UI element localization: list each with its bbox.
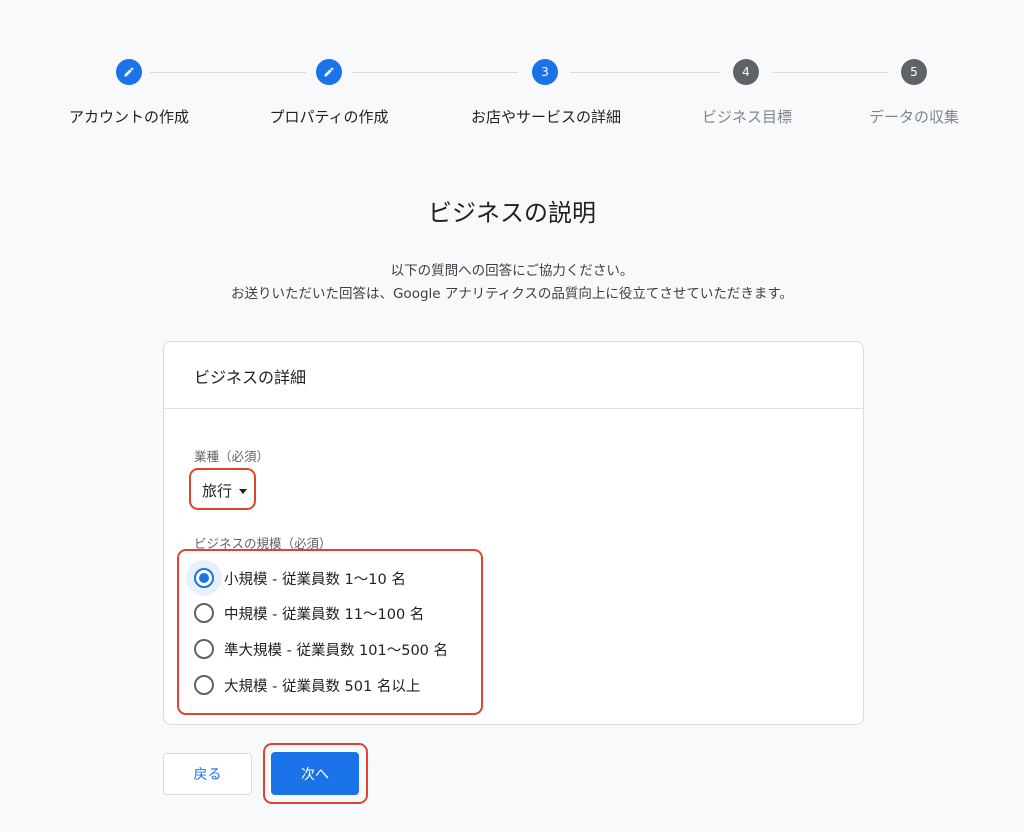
step-4-number: 4 [733,59,759,85]
size-option-large[interactable]: 大規模 - 従業員数 501 名以上 [192,667,420,703]
next-button[interactable]: 次へ [271,752,359,795]
radio-halo [186,667,222,703]
pencil-icon [324,67,334,77]
back-button[interactable]: 戻る [163,753,252,795]
industry-value: 旅行 [202,482,233,500]
card-title: ビジネスの詳細 [164,342,863,409]
size-option-large-medium[interactable]: 準大規模 - 従業員数 101〜500 名 [192,631,448,667]
dropdown-arrow-icon [239,489,248,494]
step-connector [772,72,888,73]
step-connector [150,72,306,73]
industry-select[interactable]: 旅行 [202,480,248,501]
size-option-label: 小規模 - 従業員数 1〜10 名 [224,571,406,588]
size-option-label: 中規模 - 従業員数 11〜100 名 [224,606,425,623]
intro-line-1: 以下の質問への回答にご協力ください。 [390,263,634,279]
size-option-small[interactable]: 小規模 - 従業員数 1〜10 名 [186,560,406,596]
size-option-label: 準大規模 - 従業員数 101〜500 名 [224,642,449,659]
page-title: ビジネスの説明 [428,199,596,227]
step-2-pencil-icon[interactable] [316,59,342,85]
industry-label: 業種（必須） [194,449,270,464]
size-option-medium[interactable]: 中規模 - 従業員数 11〜100 名 [192,595,424,631]
step-3-number: 3 [532,59,558,85]
step-2-label: プロパティの作成 [269,108,389,126]
step-connector [570,72,720,73]
step-1-pencil-icon[interactable] [116,59,142,85]
intro-line-2: お送りいただいた回答は、Google アナリティクスの品質向上に役立てさせていた… [230,286,794,302]
radio-halo [186,560,222,596]
radio-large-medium[interactable] [194,639,214,659]
progress-stepper: 3 4 5 アカウントの作成 プロパティの作成 お店やサービスの詳細 ビジネス目… [0,0,1024,140]
radio-large[interactable] [194,675,214,695]
pencil-icon [124,67,134,77]
size-option-label: 大規模 - 従業員数 501 名以上 [224,678,421,695]
radio-medium[interactable] [194,603,214,623]
intro-text: 以下の質問への回答にご協力ください。 お送りいただいた回答は、Google アナ… [0,260,1024,306]
step-5-label: データの収集 [868,108,959,126]
business-details-card: ビジネスの詳細 業種（必須） 旅行 ビジネスの規模（必須） 小規模 - 従業員数… [163,341,864,725]
radio-small[interactable] [194,568,214,588]
radio-halo [186,595,222,631]
step-1-label: アカウントの作成 [68,108,189,126]
radio-halo [186,631,222,667]
step-3-label: お店やサービスの詳細 [470,108,621,126]
step-5-number: 5 [901,59,927,85]
radio-dot [199,573,209,583]
step-connector [352,72,518,73]
